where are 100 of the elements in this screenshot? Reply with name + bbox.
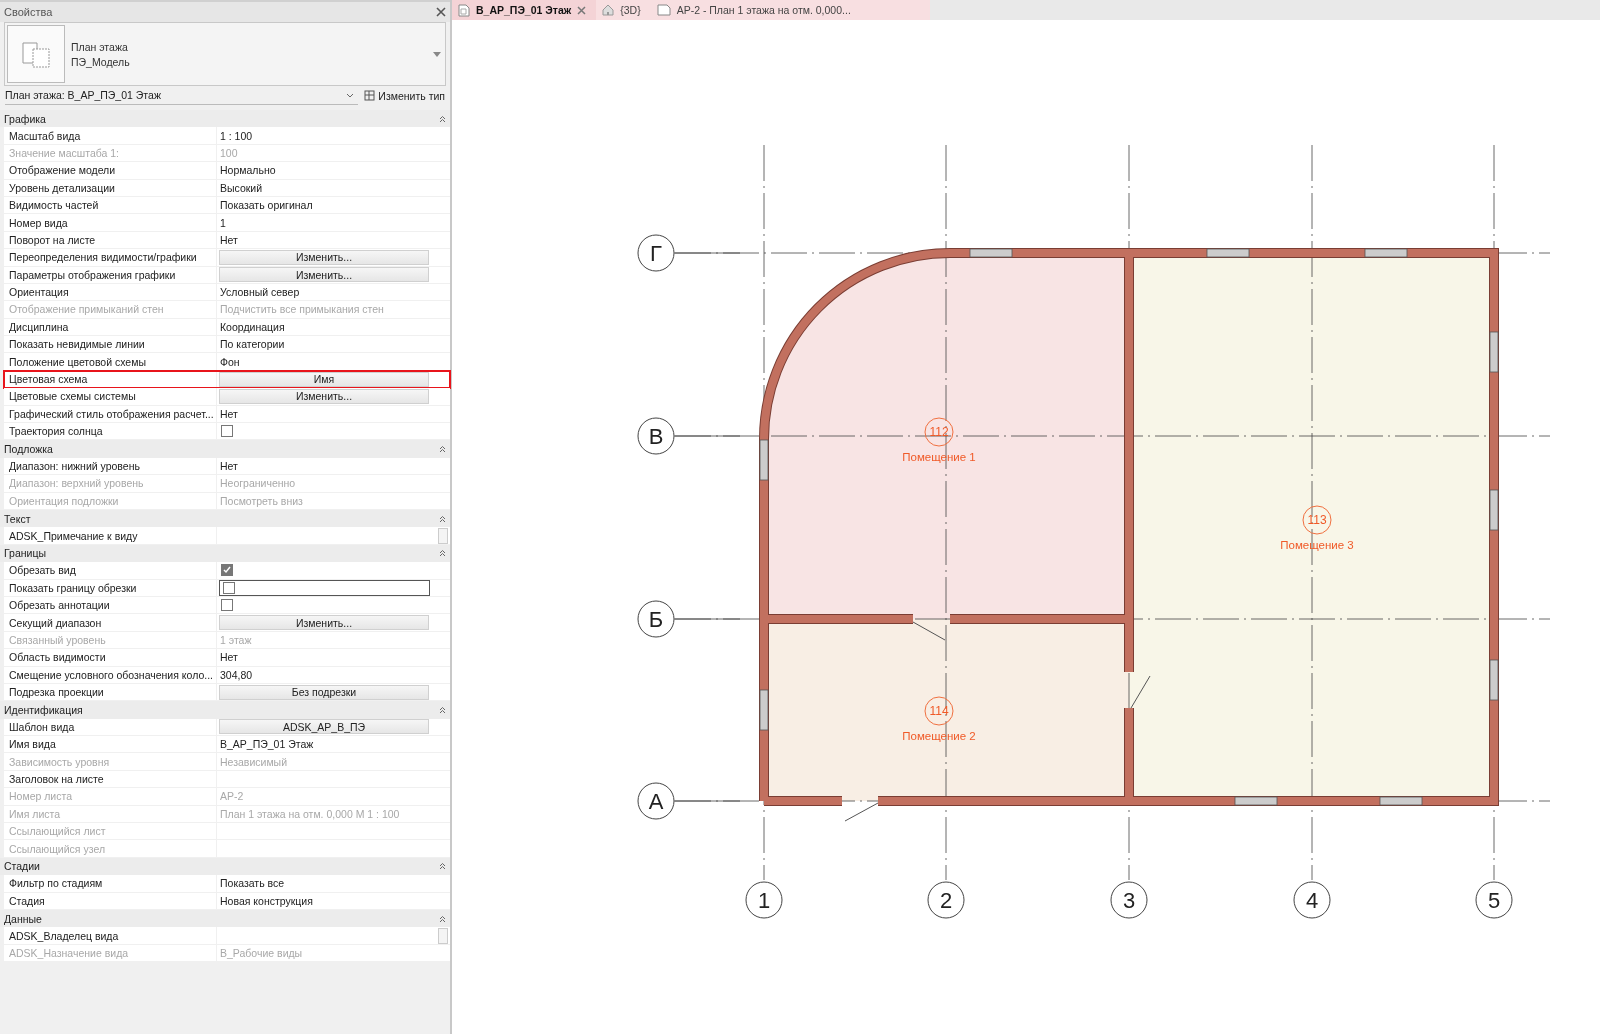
window-symbol	[1379, 796, 1423, 806]
property-value-button[interactable]: ADSK_АР_В_ПЭ	[219, 719, 429, 735]
property-value: Показать оригинал	[219, 198, 314, 214]
property-label: Отображение примыканий стен	[4, 301, 217, 318]
sheet-icon	[656, 4, 671, 16]
collapse-icon[interactable]	[439, 114, 446, 123]
property-value: Нормально	[219, 163, 277, 179]
type-selector[interactable]: План этажа ПЭ_Модель	[4, 22, 446, 86]
property-label: Параметры отображения графики	[4, 266, 217, 283]
property-value: Независимый	[219, 754, 289, 770]
property-value: Нет	[219, 232, 239, 248]
property-value: План 1 этажа на отм. 0,000 М 1 : 100	[219, 806, 401, 822]
room-name: Помещение 3	[1280, 539, 1354, 551]
property-label: ADSK_Назначение вида	[4, 944, 217, 962]
property-value-button[interactable]: Имя	[219, 371, 429, 387]
checkbox[interactable]	[221, 564, 233, 577]
collapse-icon[interactable]	[439, 514, 446, 523]
property-value-button[interactable]: Изменить...	[219, 249, 429, 265]
room-name: Помещение 1	[902, 451, 976, 463]
grid-bubble: 1	[745, 881, 783, 919]
grid-bubble: 5	[1475, 881, 1513, 919]
view-tab[interactable]: АР-2 - План 1 этажа на отм. 0,000...	[650, 0, 861, 20]
door-swing	[844, 802, 879, 822]
group-header[interactable]: Идентификация	[0, 701, 450, 719]
group-header[interactable]: Графика	[0, 110, 450, 128]
floor-plan-icon	[458, 3, 470, 17]
property-label: Уровень детализации	[4, 179, 217, 196]
collapse-icon[interactable]	[439, 549, 446, 558]
property-value: Посмотреть вниз	[219, 493, 304, 509]
grid-bubble: 2	[927, 881, 965, 919]
property-label: Секущий диапазон	[4, 614, 217, 631]
property-label: Фильтр по стадиям	[4, 875, 217, 892]
type-name: План этажа	[71, 40, 129, 53]
property-value-button[interactable]: Изменить...	[219, 615, 429, 630]
property-label: Имя листа	[4, 805, 217, 822]
checkbox[interactable]	[221, 599, 233, 612]
group-title: Стадии	[4, 860, 40, 873]
property-label: Обрезать вид	[4, 562, 217, 579]
property-value-button[interactable]: Изменить...	[219, 267, 429, 283]
property-label: Заголовок на листе	[4, 770, 217, 788]
property-label: Ссылающийся лист	[4, 823, 217, 840]
drawing-canvas[interactable]: 112 Помещение 1 113 Помещение 3 114 Помещение 2 Г В Б А 1 2 3 4 5	[452, 20, 1600, 1034]
group-title: Текст	[4, 512, 31, 525]
close-icon[interactable]	[577, 5, 587, 15]
property-value: Нет	[219, 406, 239, 422]
view-tab[interactable]: {3D}	[596, 0, 651, 20]
property-label: Поворот на листе	[4, 231, 217, 249]
property-label: Диапазон: нижний уровень	[4, 457, 217, 475]
scroll-bar[interactable]	[438, 527, 448, 544]
property-value: В_Рабочие виды	[219, 945, 304, 961]
property-label: Имя вида	[4, 736, 217, 753]
room-number: 114	[924, 696, 954, 726]
property-label: Ориентация подложки	[4, 492, 217, 509]
property-value: Неограниченно	[219, 476, 297, 492]
property-value: Нет	[219, 459, 239, 474]
collapse-icon[interactable]	[439, 445, 446, 454]
property-label: Смещение условного обозначения коло...	[4, 666, 217, 683]
group-header[interactable]: Подложка	[0, 440, 450, 458]
property-label: Стадия	[4, 892, 217, 909]
floor-plan-icon	[21, 39, 51, 69]
property-label: Обрезать аннотации	[4, 596, 217, 614]
group-title: Подложка	[4, 443, 53, 456]
edit-type-button[interactable]: Изменить тип	[364, 89, 445, 102]
property-label: Показать невидимые линии	[4, 336, 217, 353]
property-value: Условный север	[219, 285, 301, 301]
close-icon[interactable]	[436, 7, 446, 17]
dropdown-icon[interactable]	[433, 51, 441, 57]
checkbox[interactable]	[221, 425, 233, 438]
property-label: Номер листа	[4, 788, 217, 805]
room-number: 112	[924, 417, 954, 447]
door-swing	[912, 621, 946, 641]
grid-bubble: А	[637, 782, 741, 820]
collapse-icon[interactable]	[439, 862, 446, 871]
property-value-button[interactable]: Изменить...	[219, 388, 429, 404]
group-title: Границы	[4, 547, 46, 560]
instance-selector[interactable]: План этажа: В_АР_ПЭ_01 Этаж	[5, 86, 359, 105]
scroll-bar[interactable]	[438, 927, 448, 944]
checkbox[interactable]	[223, 581, 235, 594]
house-icon	[602, 4, 615, 16]
group-title: Данные	[4, 912, 42, 925]
window-symbol	[759, 689, 769, 731]
property-label: Диапазон: верхний уровень	[4, 475, 217, 492]
window-symbol	[1206, 248, 1250, 258]
property-label: Область видимости	[4, 649, 217, 666]
view-tab[interactable]: В_АР_ПЭ_01 Этаж	[452, 0, 597, 20]
property-value: В_АР_ПЭ_01 Этаж	[219, 737, 315, 753]
property-label: Траектория солнца	[4, 423, 217, 440]
window-symbol	[759, 439, 769, 481]
collapse-icon[interactable]	[439, 914, 446, 923]
window-symbol	[1234, 796, 1278, 806]
input-field[interactable]	[219, 579, 430, 596]
window-symbol	[1489, 659, 1499, 701]
room-name: Помещение 2	[902, 730, 976, 742]
room-number: 113	[1302, 505, 1332, 535]
collapse-icon[interactable]	[439, 705, 446, 714]
property-value-button[interactable]: Без подрезки	[219, 684, 429, 700]
property-label: ADSK_Владелец вида	[4, 927, 217, 944]
grid-bubble: Г	[637, 234, 741, 272]
property-label: Видимость частей	[4, 196, 217, 214]
property-label: Шаблон вида	[4, 718, 217, 736]
